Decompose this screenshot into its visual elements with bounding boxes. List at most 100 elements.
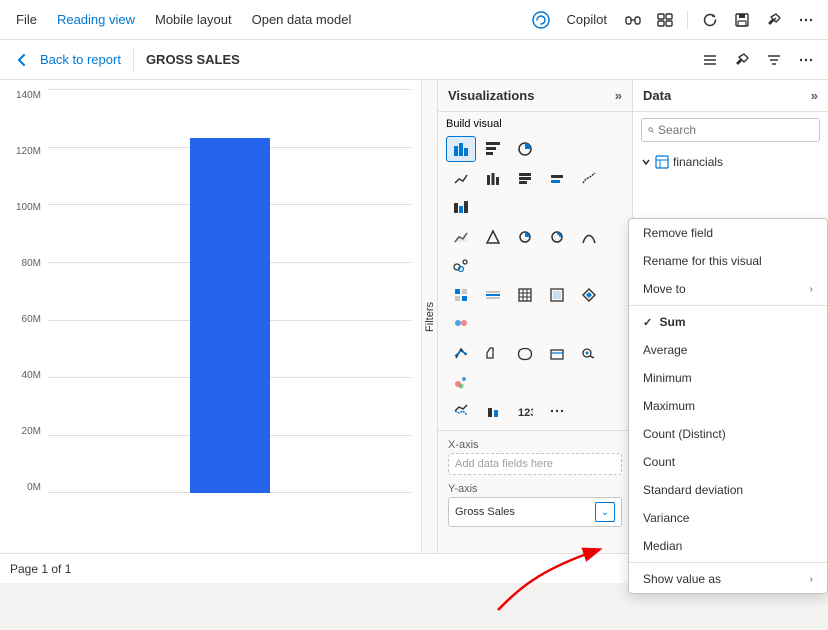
bar-chart-icon[interactable] (446, 136, 476, 162)
pin-icon[interactable] (760, 6, 788, 34)
data-panel-expand[interactable]: » (811, 88, 818, 103)
viz-icon-14[interactable] (478, 282, 508, 308)
viz-icon-17[interactable] (574, 282, 604, 308)
viz-panel-expand[interactable]: » (615, 88, 622, 103)
copilot-icon[interactable] (527, 6, 555, 34)
search-icon (648, 124, 654, 136)
menu-maximum[interactable]: Maximum (629, 392, 827, 420)
bar-gross-sales[interactable] (190, 138, 270, 493)
filters-panel[interactable]: Filters (422, 80, 438, 553)
viz-icon-23[interactable] (574, 340, 604, 366)
viz-icon-18[interactable] (446, 310, 476, 336)
viz-icon-11[interactable] (574, 224, 604, 250)
menu-minimum[interactable]: Minimum (629, 364, 827, 392)
menu-variance[interactable]: Variance (629, 504, 827, 532)
viz-icon-21[interactable] (510, 340, 540, 366)
viz-icon-10[interactable] (542, 224, 572, 250)
table-icon (655, 155, 669, 169)
viz-row-2 (438, 222, 632, 280)
viz-icon-15[interactable] (510, 282, 540, 308)
open-data-model-menu[interactable]: Open data model (244, 8, 360, 31)
viz-icon-22[interactable] (542, 340, 572, 366)
viz-icon-25[interactable] (446, 398, 476, 424)
viz-icon-20[interactable] (478, 340, 508, 366)
file-menu[interactable]: File (8, 8, 45, 31)
reading-view-menu[interactable]: Reading view (49, 8, 143, 31)
y-label-100m: 100M (10, 202, 41, 213)
y-axis-box[interactable]: Gross Sales ⌄ (448, 497, 622, 527)
views-icon[interactable] (651, 6, 679, 34)
viz-row-4 (438, 338, 632, 396)
viz-icon-26[interactable] (478, 398, 508, 424)
data-panel-header: Data » (633, 80, 828, 112)
more-icon[interactable] (792, 6, 820, 34)
menu-std-dev[interactable]: Standard deviation (629, 476, 827, 504)
top-menu-bar: File Reading view Mobile layout Open dat… (0, 0, 828, 40)
viz-icon-6[interactable] (446, 194, 476, 220)
binoculars-icon[interactable] (619, 6, 647, 34)
viz-icon-24[interactable] (446, 368, 476, 394)
chart-type-2[interactable] (478, 136, 508, 162)
y-label-0m: 0M (10, 482, 41, 493)
back-icon[interactable] (8, 46, 36, 74)
viz-icon-8[interactable] (478, 224, 508, 250)
viz-type-main-row (438, 134, 632, 164)
viz-icon-more[interactable] (542, 398, 572, 424)
menu-count-distinct[interactable]: Count (Distinct) (629, 420, 827, 448)
viz-icon-4[interactable] (542, 166, 572, 192)
menu-move-to[interactable]: Move to › (629, 275, 827, 303)
y-axis-labels: 140M 120M 100M 80M 60M 40M 20M 0M (10, 90, 45, 493)
viz-icon-19[interactable] (446, 340, 476, 366)
y-axis-chevron[interactable]: ⌄ (595, 502, 615, 522)
x-axis-placeholder: Add data fields here (455, 458, 553, 470)
search-box[interactable] (641, 118, 820, 142)
second-toolbar: Back to report GROSS SALES (0, 40, 828, 80)
viz-icon-2[interactable] (478, 166, 508, 192)
viz-icon-12[interactable] (446, 252, 476, 278)
x-axis-label: X-axis (448, 439, 622, 451)
menu-median[interactable]: Median (629, 532, 827, 560)
viz-row-5: 123 (438, 396, 632, 426)
chart-canvas: 140M 120M 100M 80M 60M 40M 20M 0M (10, 90, 411, 513)
menu-count[interactable]: Count (629, 448, 827, 476)
filter2-icon[interactable] (760, 46, 788, 74)
pin2-icon[interactable] (728, 46, 756, 74)
menu-show-value-as[interactable]: Show value as › (629, 565, 827, 593)
refresh-icon[interactable] (696, 6, 724, 34)
viz-icon-1[interactable] (446, 166, 476, 192)
viz-icon-3[interactable] (510, 166, 540, 192)
viz-icon-13[interactable] (446, 282, 476, 308)
chart-type-3[interactable] (510, 136, 540, 162)
context-menu: Remove field Rename for this visual Move… (628, 218, 828, 594)
search-input[interactable] (658, 123, 813, 137)
back-report-button[interactable]: Back to report (40, 52, 121, 67)
visualizations-panel: Visualizations » Build visual (438, 80, 633, 553)
y-label-80m: 80M (10, 258, 41, 269)
menu-sum[interactable]: ✓ Sum (629, 308, 827, 336)
viz-icon-7[interactable] (446, 224, 476, 250)
mobile-layout-menu[interactable]: Mobile layout (147, 8, 240, 31)
hamburger-icon[interactable] (696, 46, 724, 74)
financials-group[interactable]: financials (633, 152, 828, 172)
x-axis-well: X-axis Add data fields here (438, 435, 632, 479)
x-axis-box[interactable]: Add data fields here (448, 453, 622, 475)
viz-icon-27[interactable]: 123 (510, 398, 540, 424)
more2-icon[interactable] (792, 46, 820, 74)
menu-divider-2 (629, 562, 827, 563)
svg-text:123: 123 (518, 407, 533, 419)
chart-area: 140M 120M 100M 80M 60M 40M 20M 0M (0, 80, 422, 553)
viz-icon-16[interactable] (542, 282, 572, 308)
y-label-20m: 20M (10, 426, 41, 437)
viz-icon-5[interactable] (574, 166, 604, 192)
data-panel-title: Data (643, 88, 671, 103)
viz-icon-9[interactable] (510, 224, 540, 250)
y-label-60m: 60M (10, 314, 41, 325)
menu-average[interactable]: Average (629, 336, 827, 364)
save-icon[interactable] (728, 6, 756, 34)
move-to-chevron: › (810, 284, 813, 295)
y-axis-value: Gross Sales (455, 506, 515, 518)
filters-label[interactable]: Filters (424, 302, 436, 332)
menu-remove-field[interactable]: Remove field (629, 219, 827, 247)
copilot-label[interactable]: Copilot (559, 8, 615, 31)
menu-rename[interactable]: Rename for this visual (629, 247, 827, 275)
